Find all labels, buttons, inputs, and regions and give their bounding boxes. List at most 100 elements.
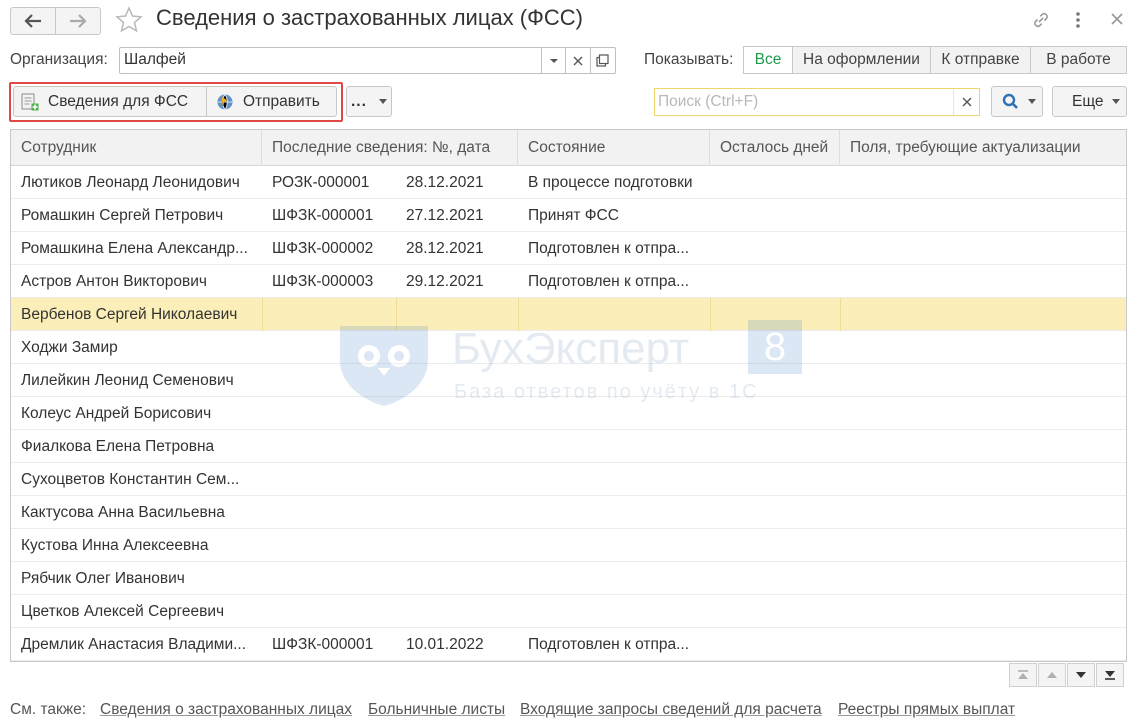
cell-doc-date: 28.12.2021	[406, 240, 484, 257]
table-row[interactable]: Цветков Алексей Сергеевич	[11, 595, 1126, 628]
cell-status: Подготовлен к отпра...	[528, 273, 690, 290]
chevron-down-icon	[549, 58, 558, 63]
table-row[interactable]: Кустова Инна Алексеевна	[11, 529, 1126, 562]
filter-in-progress[interactable]: На оформлении	[792, 46, 931, 74]
cell-doc-number	[272, 496, 400, 529]
cell-doc-date	[406, 562, 514, 595]
cell-doc-date	[406, 331, 514, 364]
cell-status	[528, 496, 704, 529]
chevron-down-icon	[378, 99, 387, 104]
cell-status: В процессе подготовки	[528, 174, 693, 191]
cell-doc-date: 27.12.2021	[406, 207, 484, 224]
cell-doc-date	[406, 298, 514, 331]
table-header: Сотрудник Последние сведения: №, дата Со…	[11, 130, 1126, 166]
forward-button[interactable]	[55, 7, 101, 35]
chevron-down-icon	[1111, 99, 1120, 104]
cell-status	[528, 463, 704, 496]
scroll-first-button[interactable]	[1009, 663, 1037, 687]
cell-doc-number	[272, 364, 400, 397]
column-fields-to-update[interactable]: Поля, требующие актуализации	[840, 130, 1126, 166]
link-sick-leaves[interactable]: Больничные листы	[368, 701, 505, 719]
search-clear-button[interactable]	[953, 89, 979, 115]
cell-status	[528, 397, 704, 430]
table-row[interactable]: Дремлик Анастасия Владими... ШФЗК-000001 1…	[11, 628, 1126, 661]
cell-employee: Фиалкова Елена Петровна	[21, 438, 215, 455]
link-icon[interactable]	[1030, 9, 1052, 36]
table-row[interactable]: Рябчик Олег Иванович	[11, 562, 1126, 595]
cell-doc-number	[272, 562, 400, 595]
cell-status	[528, 298, 704, 331]
org-field[interactable]: Шалфей	[119, 47, 616, 74]
cell-doc-date: 29.12.2021	[406, 273, 484, 290]
filter-working[interactable]: В работе	[1030, 46, 1127, 74]
search-placeholder: Поиск (Ctrl+F)	[658, 93, 759, 110]
cell-doc-number: ШФЗК-000002	[272, 240, 374, 257]
link-incoming-requests[interactable]: Входящие запросы сведений для расчета	[520, 701, 822, 719]
filter-all[interactable]: Все	[743, 46, 793, 74]
org-open-button[interactable]	[590, 48, 614, 73]
highlight-frame	[9, 82, 343, 122]
cell-doc-number	[272, 595, 400, 628]
last-page-icon	[1105, 671, 1115, 680]
search-input[interactable]: Поиск (Ctrl+F)	[654, 88, 980, 116]
arrow-up-icon	[1047, 672, 1057, 678]
more-options-icon[interactable]	[1072, 9, 1084, 36]
table-row[interactable]: Ходжи Замир	[11, 331, 1126, 364]
org-label: Организация:	[10, 51, 108, 68]
table-row[interactable]: Колеус Андрей Борисович	[11, 397, 1126, 430]
search-button[interactable]	[991, 86, 1043, 117]
column-days-left[interactable]: Осталось дней	[710, 130, 840, 166]
filter-to-send[interactable]: К отправке	[930, 46, 1031, 74]
cell-employee: Лилейкин Леонид Семенович	[21, 372, 234, 389]
see-also-label: См. также:	[10, 701, 87, 718]
cell-employee: Кустова Инна Алексеевна	[21, 537, 209, 554]
scroll-up-button[interactable]	[1038, 663, 1066, 687]
table-row[interactable]: Кактусова Анна Васильевна	[11, 496, 1126, 529]
table-row[interactable]: Ромашкин Сергей Петрович ШФЗК-000001 27.12…	[11, 199, 1126, 232]
table-row[interactable]: Лилейкин Леонид Семенович	[11, 364, 1126, 397]
cell-status: Подготовлен к отпра...	[528, 240, 690, 257]
link-insured-persons[interactable]: Сведения о застрахованных лицах	[100, 701, 352, 719]
clear-icon	[962, 97, 971, 107]
grid-line	[840, 298, 841, 331]
org-clear-button[interactable]	[565, 48, 589, 73]
cell-doc-number	[272, 463, 400, 496]
cell-status	[528, 430, 704, 463]
table-row[interactable]: Лютиков Леонард Леонидович РОЗК-000001 28.…	[11, 166, 1126, 199]
column-status[interactable]: Состояние	[518, 130, 710, 166]
column-employee[interactable]: Сотрудник	[11, 130, 262, 166]
table-row[interactable]: Сухоцветов Константин Сем...	[11, 463, 1126, 496]
more-menu-button[interactable]: Еще	[1052, 86, 1127, 117]
cell-doc-number	[272, 529, 400, 562]
table-row[interactable]: Фиалкова Елена Петровна	[11, 430, 1126, 463]
cell-employee: Дремлик Анастасия Владими...	[21, 636, 247, 653]
more-actions-button[interactable]: ...	[346, 86, 392, 117]
cell-doc-date	[406, 529, 514, 562]
table-row[interactable]: Астров Антон Викторович ШФЗК-000003 29.12.…	[11, 265, 1126, 298]
org-dropdown-button[interactable]	[541, 48, 565, 73]
cell-employee: Цветков Алексей Сергеевич	[21, 603, 225, 620]
close-icon[interactable]	[1107, 9, 1127, 34]
cell-employee: Рябчик Олег Иванович	[21, 570, 185, 587]
cell-doc-number: ШФЗК-000003	[272, 273, 374, 290]
column-last-info[interactable]: Последние сведения: №, дата	[262, 130, 518, 166]
cell-employee: Ромашкин Сергей Петрович	[21, 207, 224, 224]
favorite-star-icon[interactable]	[114, 5, 144, 40]
cell-employee: Колеус Андрей Борисович	[21, 405, 212, 422]
scroll-down-button[interactable]	[1067, 663, 1095, 687]
scroll-last-button[interactable]	[1096, 663, 1124, 687]
org-value: Шалфей	[124, 51, 186, 68]
cell-doc-number	[272, 430, 400, 463]
cell-status: Подготовлен к отпра...	[528, 636, 690, 653]
back-button[interactable]	[10, 7, 56, 35]
table-row[interactable]: Вербенов Сергей Николаевич	[11, 298, 1126, 331]
cell-doc-date	[406, 430, 514, 463]
table-row[interactable]: Ромашкина Елена Александр... ШФЗК-000002 2…	[11, 232, 1126, 265]
cell-doc-number: ШФЗК-000001	[272, 636, 374, 653]
link-direct-payment-registers[interactable]: Реестры прямых выплат	[838, 701, 1015, 719]
cell-status	[528, 529, 704, 562]
cell-status: Принят ФСС	[528, 207, 619, 224]
open-icon	[596, 54, 609, 67]
cell-status	[528, 595, 704, 628]
arrow-down-icon	[1076, 672, 1086, 678]
